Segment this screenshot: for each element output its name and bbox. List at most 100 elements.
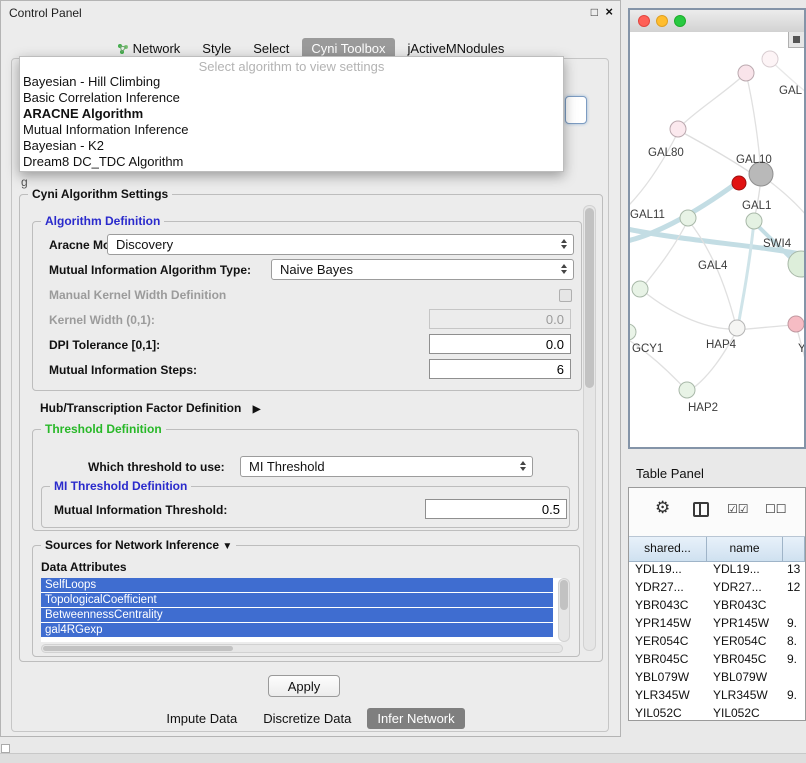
columns-icon[interactable] <box>693 502 709 517</box>
table-cell[interactable]: YBR043C <box>629 596 707 614</box>
table-cell[interactable]: YLR345W <box>629 686 707 704</box>
settings-vertical-scrollbar-thumb[interactable] <box>585 208 594 388</box>
sources-title[interactable]: Sources for Network Inference ▼ <box>41 538 236 552</box>
network-node[interactable] <box>788 251 804 277</box>
column-header-extra[interactable] <box>783 537 805 561</box>
table-cell[interactable]: YDL19... <box>629 560 707 578</box>
network-edge[interactable] <box>642 290 736 329</box>
network-edge[interactable] <box>680 73 746 127</box>
network-node[interactable] <box>679 382 695 398</box>
table-cell[interactable]: YBL079W <box>629 668 707 686</box>
mi-type-select[interactable]: Naive Bayes <box>271 259 574 280</box>
tab-infer-network[interactable]: Infer Network <box>367 708 464 729</box>
table-cell[interactable]: YPR145W <box>629 614 707 632</box>
table-cell[interactable]: 12 <box>783 578 805 596</box>
data-attribute-item[interactable]: TopologicalCoefficient <box>41 593 553 607</box>
tab-discretize-data[interactable]: Discretize Data <box>253 708 361 729</box>
dpi-tolerance-field[interactable] <box>429 334 571 354</box>
data-attribute-item[interactable]: SelfLoops <box>41 578 553 592</box>
table-cell[interactable]: YBR045C <box>629 650 707 668</box>
table-row[interactable]: YLR345WYLR345W9. <box>629 686 805 704</box>
network-canvas[interactable]: GALGAL80GAL10GAL11GAL1SWI4GAL4GCY1HAP4HA… <box>630 32 804 447</box>
table-cell[interactable]: YDR27... <box>629 578 707 596</box>
network-edge[interactable] <box>738 222 754 327</box>
gear-icon[interactable]: ⚙ <box>655 498 670 518</box>
network-edge[interactable] <box>630 132 678 212</box>
network-node[interactable] <box>680 210 696 226</box>
network-node[interactable] <box>738 65 754 81</box>
hub-tf-definition-toggle[interactable]: Hub/Transcription Factor Definition ▶ <box>40 401 260 415</box>
column-header-name[interactable]: name <box>707 537 783 561</box>
table-row[interactable]: YBR045CYBR045C9. <box>629 650 805 668</box>
table-row[interactable]: YPR145WYPR145W9. <box>629 614 805 632</box>
attributes-vertical-scrollbar-thumb[interactable] <box>560 580 568 610</box>
network-node[interactable] <box>788 316 804 332</box>
table-cell[interactable]: YER054C <box>629 632 707 650</box>
table-cell[interactable]: YDR27... <box>707 578 783 596</box>
network-node[interactable] <box>746 213 762 229</box>
network-node[interactable] <box>670 121 686 137</box>
table-cell[interactable] <box>783 704 805 720</box>
data-attribute-item[interactable]: gal4RGexp <box>41 623 553 637</box>
aracne-mode-select[interactable]: Discovery <box>107 234 574 255</box>
table-row[interactable]: YBL079WYBL079W <box>629 668 805 686</box>
table-cell[interactable]: 9. <box>783 614 805 632</box>
network-node[interactable] <box>729 320 745 336</box>
table-cell[interactable]: YER054C <box>707 632 783 650</box>
table-cell[interactable]: 13 <box>783 560 805 578</box>
network-node[interactable] <box>632 281 648 297</box>
tab-impute-data[interactable]: Impute Data <box>156 708 247 729</box>
network-edge[interactable] <box>678 130 754 175</box>
kernel-width-field[interactable] <box>429 309 571 329</box>
algorithm-popup-item[interactable]: Basic Correlation Inference <box>20 90 563 106</box>
attributes-horizontal-scrollbar <box>41 644 563 653</box>
table-row[interactable]: YDR27...YDR27...12 <box>629 578 805 596</box>
column-header-shared-name[interactable]: shared... <box>629 537 707 561</box>
algorithm-popup-item[interactable]: Dream8 DC_TDC Algorithm <box>20 154 563 170</box>
table-cell[interactable]: YIL052C <box>707 704 783 720</box>
table-row[interactable]: YIL052CYIL052C <box>629 704 805 720</box>
table-row[interactable]: YER054CYER054C8. <box>629 632 805 650</box>
data-attribute-item[interactable]: BetweennessCentrality <box>41 608 553 622</box>
table-cell[interactable]: YIL052C <box>629 704 707 720</box>
algorithm-popup-item[interactable]: Bayesian - Hill Climbing <box>20 74 563 90</box>
table-cell[interactable]: YDL19... <box>707 560 783 578</box>
float-window-icon[interactable]: □ <box>591 5 598 19</box>
manual-kernel-checkbox[interactable] <box>559 289 572 302</box>
table-row[interactable]: YDL19...YDL19...13 <box>629 560 805 578</box>
mi-threshold-field[interactable] <box>425 499 567 519</box>
table-cell[interactable] <box>783 596 805 614</box>
network-node[interactable] <box>732 176 746 190</box>
close-icon[interactable]: × <box>605 4 613 19</box>
network-node[interactable] <box>630 324 636 340</box>
deselect-all-columns-icon[interactable]: ☐☐ <box>765 502 787 516</box>
network-node-label: GAL11 <box>630 209 665 221</box>
which-threshold-select[interactable]: MI Threshold <box>240 456 533 477</box>
table-cell[interactable]: YBL079W <box>707 668 783 686</box>
apply-button[interactable]: Apply <box>268 675 340 697</box>
attributes-horizontal-scrollbar-thumb[interactable] <box>43 646 233 651</box>
table-cell[interactable]: 8. <box>783 632 805 650</box>
table-cell[interactable] <box>783 668 805 686</box>
network-overview-toggle[interactable] <box>788 32 804 48</box>
algorithm-popup-item[interactable]: Bayesian - K2 <box>20 138 563 154</box>
table-cell[interactable]: YPR145W <box>707 614 783 632</box>
cyni-algorithm-settings-group: Cyni Algorithm Settings Algorithm Defini… <box>19 194 603 662</box>
table-cell[interactable]: 9. <box>783 686 805 704</box>
bottom-corner-box[interactable] <box>1 744 10 753</box>
table-cell[interactable]: YBR043C <box>707 596 783 614</box>
network-edge[interactable] <box>688 220 736 326</box>
select-all-columns-icon[interactable]: ☑☑ <box>727 502 749 516</box>
algorithm-popup-item[interactable]: ARACNE Algorithm <box>20 106 563 122</box>
network-node[interactable] <box>762 51 778 67</box>
table-row[interactable]: YBR043CYBR043C <box>629 596 805 614</box>
algorithm-popup-item[interactable]: Mutual Information Inference <box>20 122 563 138</box>
table-cell[interactable]: YLR345W <box>707 686 783 704</box>
table-cell[interactable]: YBR045C <box>707 650 783 668</box>
mi-steps-field[interactable] <box>429 359 571 379</box>
network-edge[interactable] <box>642 220 688 288</box>
zoom-traffic-light[interactable] <box>674 15 686 27</box>
minimize-traffic-light[interactable] <box>656 15 668 27</box>
close-traffic-light[interactable] <box>638 15 650 27</box>
table-cell[interactable]: 9. <box>783 650 805 668</box>
